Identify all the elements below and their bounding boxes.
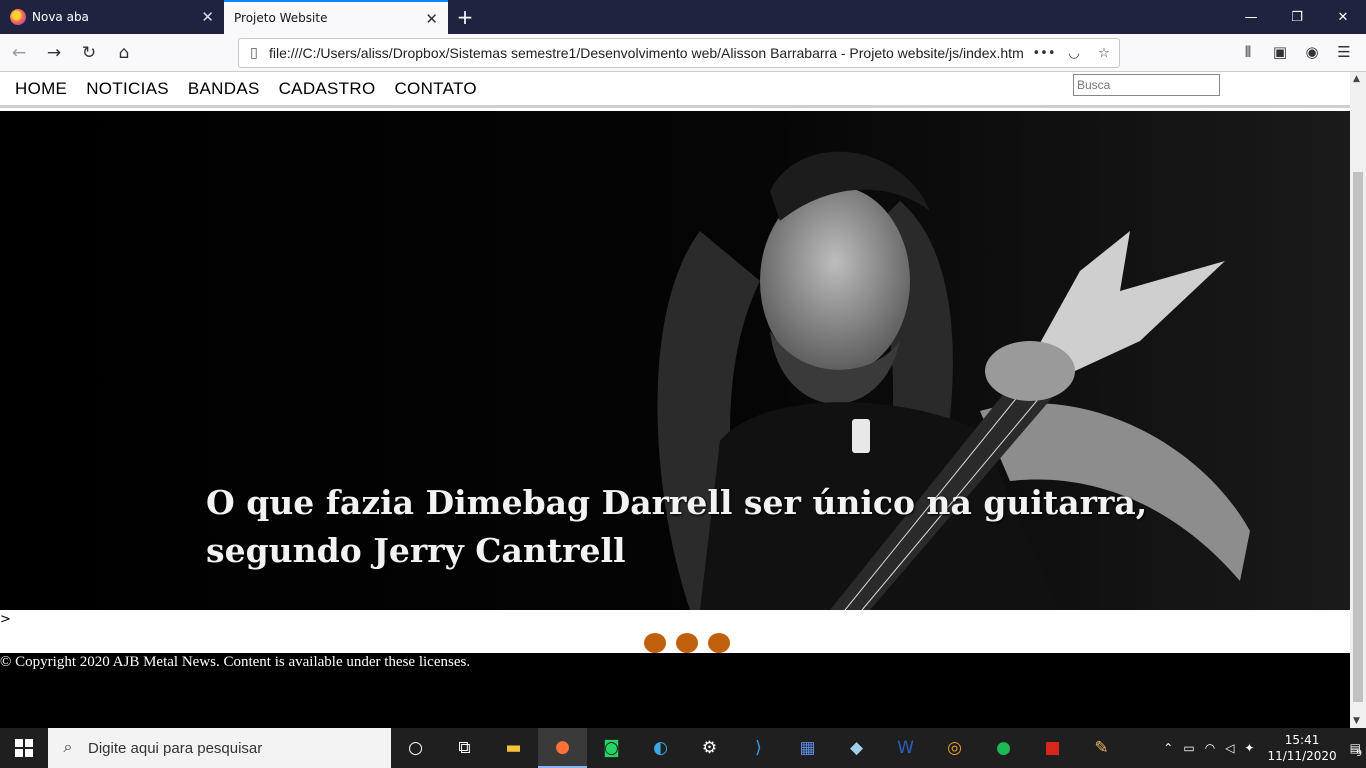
tab-title: Nova aba — [32, 10, 89, 24]
forward-button[interactable]: → — [38, 37, 70, 69]
restore-icon[interactable]: ❐ — [1274, 0, 1320, 34]
page-icon: ▯ — [250, 45, 258, 61]
toolbar-right: ⫴ ▣ ◉ ☰ — [1232, 36, 1360, 68]
account-icon[interactable]: ◉ — [1296, 36, 1328, 68]
home-button[interactable]: ⌂ — [108, 37, 140, 69]
close-window-icon[interactable]: ✕ — [1320, 0, 1366, 34]
system-tray: ⌃ ▭ ◠ ◁ ✦ 15:41 11/11/2020 ▤ 9 — [1158, 728, 1366, 768]
web-page: HOME NOTICIAS BANDAS CADASTRO CONTATO Bu… — [0, 72, 1350, 728]
media-player-icon[interactable]: ◎ — [930, 728, 979, 768]
reload-button[interactable]: ↻ — [73, 37, 105, 69]
site-menu: HOME NOTICIAS BANDAS CADASTRO CONTATO — [0, 72, 1350, 108]
tab-strip: Nova aba ✕ Projeto Website ✕ + — ❐ ✕ — [0, 0, 1366, 34]
menu-noticias[interactable]: NOTICIAS — [86, 79, 169, 99]
back-button[interactable]: ← — [3, 37, 35, 69]
slider-dots — [644, 633, 740, 653]
menu-cadastro[interactable]: CADASTRO — [279, 79, 376, 99]
taskbar-search-placeholder: Digite aqui para pesquisar — [88, 739, 263, 757]
devcpp-icon[interactable]: ▦ — [783, 728, 832, 768]
url-text[interactable]: file:///C:/Users/aliss/Dropbox/Sistemas … — [269, 45, 1029, 61]
tab-title: Projeto Website — [234, 11, 328, 25]
volume-icon[interactable]: ◁ — [1225, 741, 1234, 755]
whatsapp-icon[interactable]: ◙ — [587, 728, 636, 768]
notes-icon[interactable]: ◆ — [832, 728, 881, 768]
new-tab-button[interactable]: + — [448, 0, 482, 34]
cortana-icon[interactable]: ○ — [391, 728, 440, 768]
slider-dot-1[interactable] — [644, 633, 666, 653]
edge-icon[interactable]: ◐ — [636, 728, 685, 768]
notification-count: 9 — [1356, 749, 1362, 759]
clock[interactable]: 15:41 11/11/2020 — [1267, 732, 1336, 764]
menu-icon[interactable]: ☰ — [1328, 36, 1360, 68]
wifi-icon[interactable]: ◠ — [1205, 741, 1215, 755]
search-input[interactable] — [1073, 74, 1220, 96]
firefox-icon — [10, 9, 26, 25]
chevron-up-icon[interactable]: ⌃ — [1163, 741, 1173, 755]
close-tab-icon[interactable]: ✕ — [201, 8, 214, 26]
stray-text: > — [0, 612, 11, 627]
start-button[interactable] — [0, 728, 48, 768]
slider-dot-3[interactable] — [708, 633, 730, 653]
word-icon[interactable]: W — [881, 728, 930, 768]
pocket-icon[interactable]: ◡ — [1059, 46, 1089, 61]
scroll-down-icon[interactable]: ▼ — [1353, 716, 1360, 726]
file-explorer-icon[interactable]: ▬ — [489, 728, 538, 768]
address-bar[interactable]: ▯ file:///C:/Users/aliss/Dropbox/Sistema… — [238, 38, 1120, 68]
vertical-scrollbar[interactable]: ▲ ▼ — [1350, 72, 1366, 728]
windows-logo-icon — [15, 739, 33, 757]
vscode-icon[interactable]: ⟩ — [734, 728, 783, 768]
menu-home[interactable]: HOME — [15, 79, 67, 99]
battery-icon[interactable]: ▭ — [1183, 741, 1194, 755]
more-actions-icon[interactable]: ••• — [1029, 46, 1059, 61]
firefox-taskbar-icon[interactable]: ● — [538, 728, 587, 768]
window-controls: — ❐ ✕ — [1228, 0, 1366, 34]
bookmark-star-icon[interactable]: ☆ — [1089, 46, 1119, 61]
taskbar: ⌕ Digite aqui para pesquisar ○ ⧉ ▬ ● ◙ ◐… — [0, 728, 1366, 768]
scroll-up-icon[interactable]: ▲ — [1353, 74, 1360, 84]
library-icon[interactable]: ⫴ — [1232, 36, 1264, 68]
hero-caption[interactable]: O que fazia Dimebag Darrell ser único na… — [206, 479, 1166, 575]
scrollbar-thumb[interactable] — [1353, 172, 1363, 702]
tab-nova-aba[interactable]: Nova aba ✕ — [0, 0, 224, 34]
copyright-text: © Copyright 2020 AJB Metal News. Content… — [0, 654, 471, 670]
paint-icon[interactable]: ✎ — [1077, 728, 1126, 768]
task-view-icon[interactable]: ⧉ — [440, 728, 489, 768]
minimize-icon[interactable]: — — [1228, 0, 1274, 34]
notification-center-icon[interactable]: ▤ 9 — [1350, 741, 1362, 759]
slider-dot-2[interactable] — [676, 633, 698, 653]
acrobat-icon[interactable]: ■ — [1028, 728, 1077, 768]
menu-contato[interactable]: CONTATO — [394, 79, 476, 99]
search-icon: ⌕ — [63, 739, 73, 756]
clock-date: 11/11/2020 — [1267, 749, 1337, 763]
close-tab-icon[interactable]: ✕ — [425, 10, 438, 28]
dropbox-icon[interactable]: ✦ — [1244, 741, 1254, 755]
spotify-icon[interactable]: ● — [979, 728, 1028, 768]
hero-slide[interactable]: O que fazia Dimebag Darrell ser único na… — [0, 111, 1350, 610]
sidebar-icon[interactable]: ▣ — [1264, 36, 1296, 68]
clock-time: 15:41 — [1284, 733, 1320, 747]
taskbar-search[interactable]: ⌕ Digite aqui para pesquisar — [48, 728, 391, 768]
tab-projeto-website[interactable]: Projeto Website ✕ — [224, 0, 448, 34]
settings-gear-icon[interactable]: ⚙ — [685, 728, 734, 768]
menu-bandas[interactable]: BANDAS — [188, 79, 260, 99]
navigation-toolbar: ← → ↻ ⌂ ▯ file:///C:/Users/aliss/Dropbox… — [0, 34, 1366, 72]
site-footer: © Copyright 2020 AJB Metal News. Content… — [0, 653, 1350, 728]
